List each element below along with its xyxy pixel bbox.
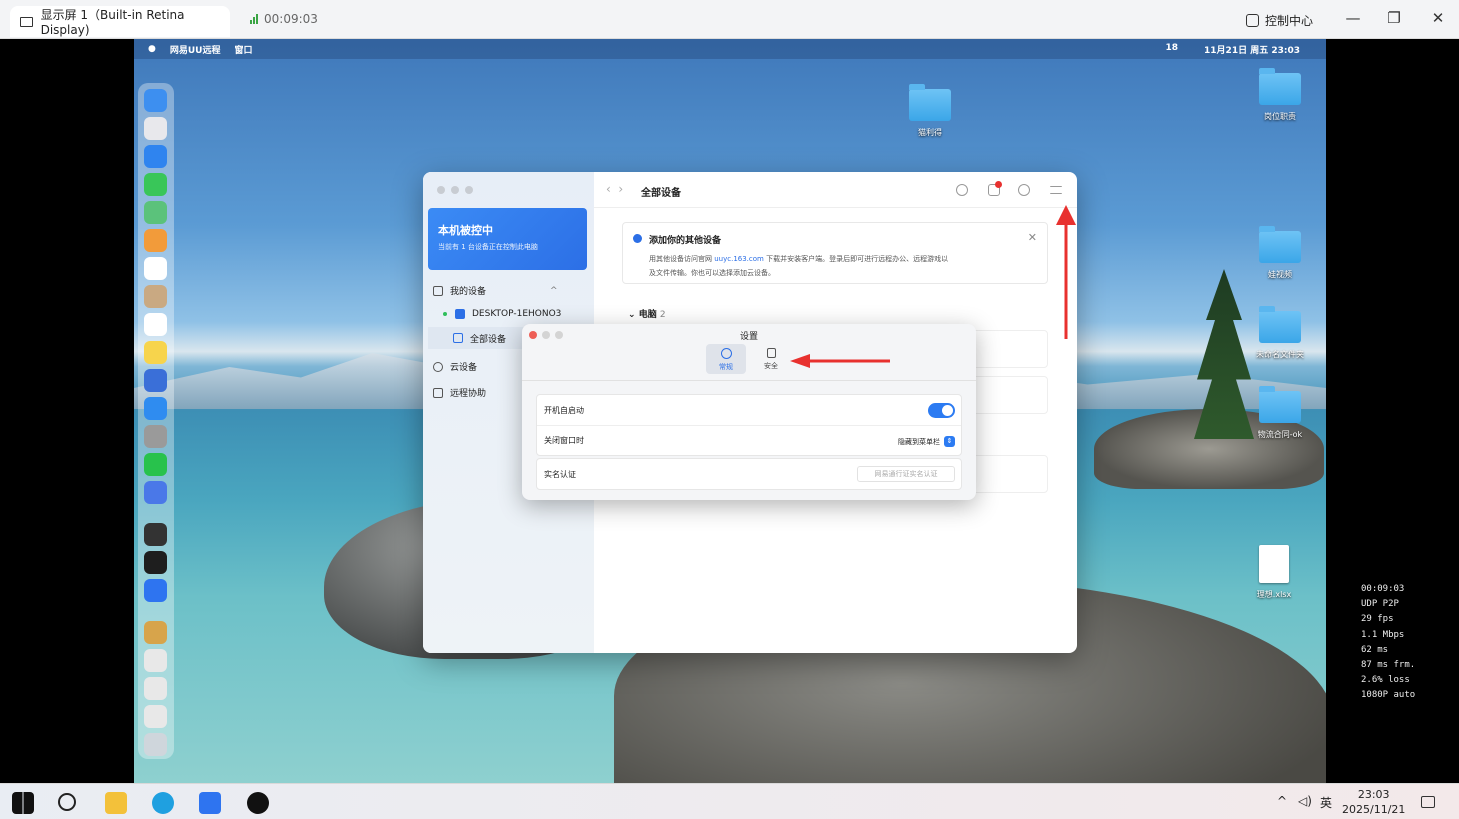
monitor-icon [20,16,33,27]
annotation-arrowhead [1056,205,1076,225]
windows-start-icon[interactable] [12,792,34,814]
search-icon[interactable] [58,793,76,811]
remote-desktop[interactable]: ● 网易UU远程 窗口 18 11月21日 周五 23:03 猫利得 岗位职责 [134,39,1326,783]
session-timer: 00:09:03 [250,12,318,26]
clock-date: 2025/11/21 [1342,803,1406,816]
taskbar-clock[interactable]: 23:03 2025/11/21 [1342,787,1405,817]
signal-icon [250,14,258,24]
stat-line: 62 ms [1361,644,1389,655]
input-language[interactable]: 英 [1320,794,1332,811]
session-timer-text: 00:09:03 [264,12,318,26]
stream-stats: 00:09:03 UDP P2P 29 fps 1.1 Mbps 62 ms 8… [1361,582,1415,704]
stat-line: 29 fps [1361,614,1394,625]
uu-remote-taskbar-icon[interactable] [199,792,221,814]
stat-line: 87 ms frm. [1361,660,1416,671]
qq-icon[interactable] [247,792,269,814]
display-tab[interactable]: 显示屏 1（Built-in Retina Display) [10,6,230,37]
chevron-up-icon[interactable]: ^ [1277,794,1287,808]
control-center-icon [1246,14,1259,27]
clock-time: 23:03 [1357,788,1390,801]
stat-line: 1080P auto [1361,690,1416,701]
minimize-button[interactable]: — [1343,9,1363,27]
control-center-label: 控制中心 [1265,14,1314,28]
display-tab-label: 显示屏 1（Built-in Retina Display) [40,8,185,37]
annotation-arrowhead [790,354,810,368]
stat-line: 1.1 Mbps [1361,629,1405,640]
restore-button[interactable]: ❐ [1384,9,1404,27]
edge-icon[interactable] [152,792,174,814]
windows-taskbar: ^ ◁) 英 23:03 2025/11/21 [0,783,1459,819]
file-explorer-icon[interactable] [105,792,127,814]
stat-line: 2.6% loss [1361,675,1410,686]
volume-icon[interactable]: ◁) [1298,794,1312,808]
annotation-arrows [790,205,1076,368]
stat-line: 00:09:03 [1361,584,1405,594]
close-button[interactable]: ✕ [1428,9,1448,27]
viewer-titlebar: 显示屏 1（Built-in Retina Display) 00:09:03 … [0,0,1459,39]
control-center-button[interactable]: 控制中心 [1246,12,1313,29]
stat-line: UDP P2P [1361,599,1399,610]
notification-icon[interactable] [1421,796,1435,808]
